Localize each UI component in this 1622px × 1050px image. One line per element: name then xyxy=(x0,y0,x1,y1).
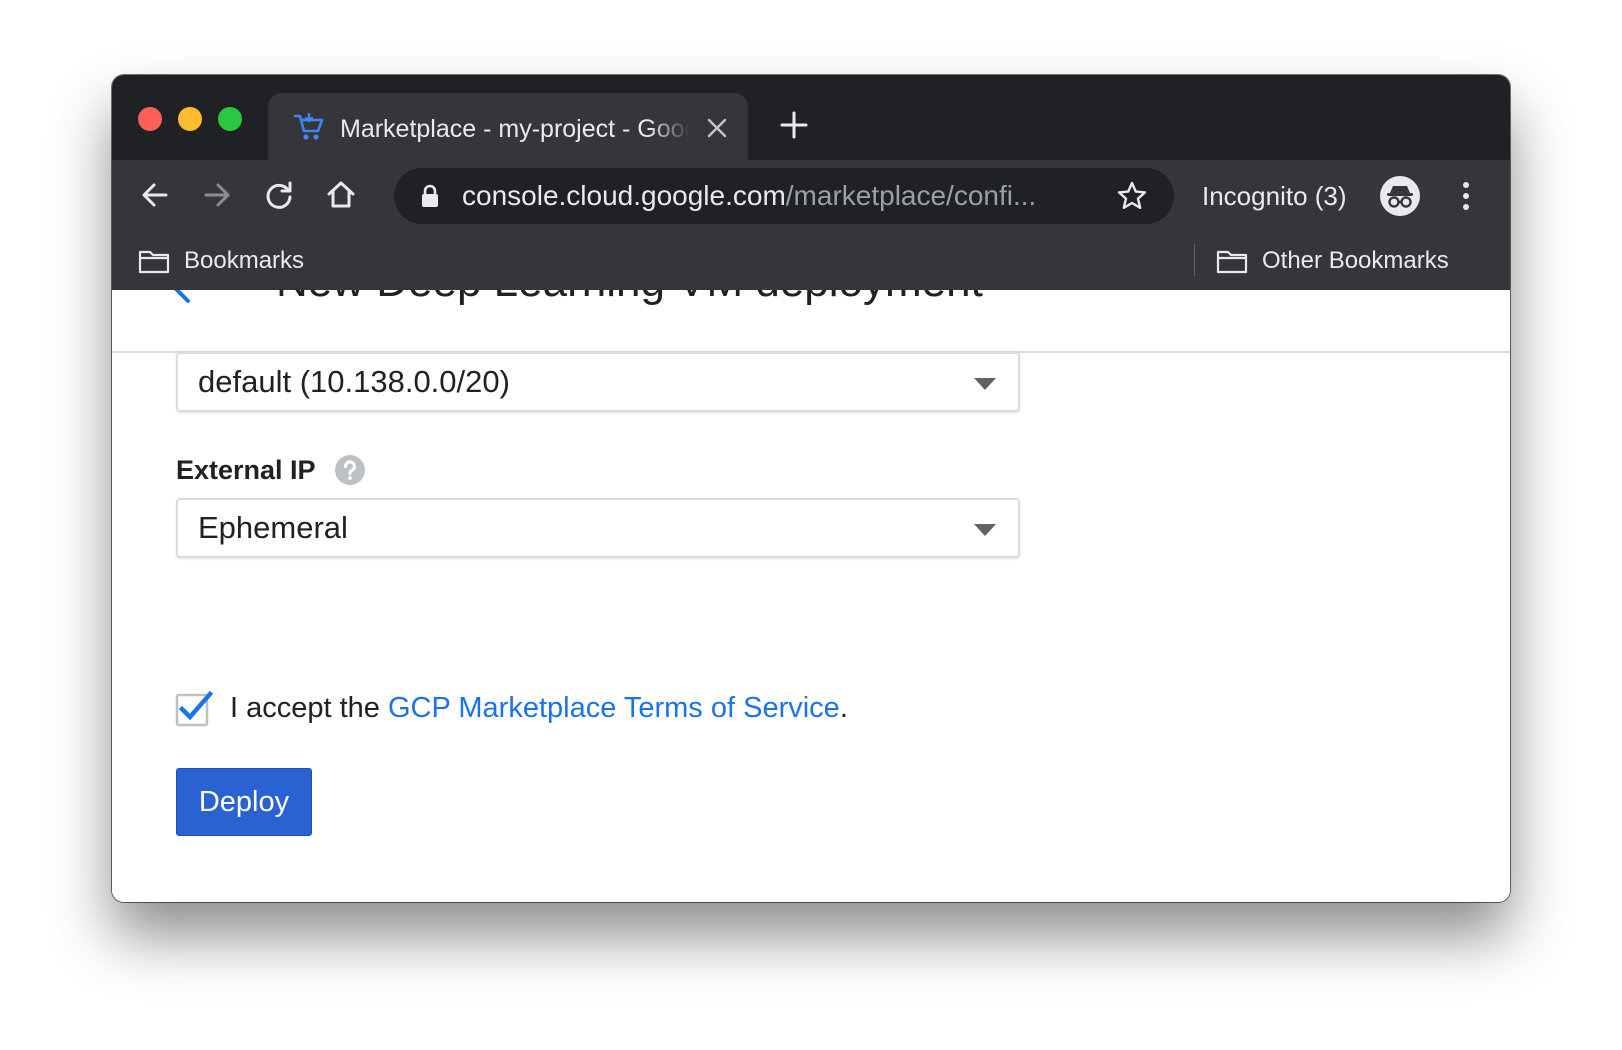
page-header: New Deep Learning VM deployment xyxy=(112,290,1510,353)
other-bookmarks-folder[interactable]: Other Bookmarks xyxy=(1262,232,1449,290)
terms-text: I accept the GCP Marketplace Terms of Se… xyxy=(230,688,848,728)
subnetwork-select[interactable]: default (10.138.0.0/20) xyxy=(176,352,1020,412)
folder-icon xyxy=(138,250,170,274)
terms-prefix: I accept the xyxy=(230,692,388,724)
more-menu-icon[interactable] xyxy=(1454,178,1478,214)
tab-marketplace[interactable]: Marketplace - my-project - Google Cloud … xyxy=(268,93,748,160)
folder-icon xyxy=(1216,250,1248,274)
maximize-window-button[interactable] xyxy=(218,107,242,131)
address-bar[interactable]: console.cloud.google.com/marketplace/con… xyxy=(394,168,1174,224)
back-icon[interactable] xyxy=(138,178,172,212)
close-tab-icon[interactable] xyxy=(706,117,728,139)
external-ip-select[interactable]: Ephemeral xyxy=(176,498,1020,558)
help-icon[interactable] xyxy=(334,454,366,486)
dropdown-arrow-icon xyxy=(974,524,996,536)
external-ip-value: Ephemeral xyxy=(198,510,348,545)
home-icon[interactable] xyxy=(324,178,358,212)
reload-icon[interactable] xyxy=(262,178,296,212)
terms-checkbox[interactable] xyxy=(174,690,214,730)
lock-icon xyxy=(422,184,438,207)
new-tab-icon[interactable] xyxy=(780,111,808,139)
browser-toolbar: console.cloud.google.com/marketplace/con… xyxy=(112,160,1510,232)
terms-of-service-link[interactable]: GCP Marketplace Terms of Service xyxy=(388,692,840,724)
dropdown-arrow-icon xyxy=(974,378,996,390)
url-host: console.cloud.google.com xyxy=(462,180,786,211)
close-window-button[interactable] xyxy=(138,107,162,131)
bookmarks-divider xyxy=(1194,244,1195,276)
page-content: New Deep Learning VM deployment default … xyxy=(112,290,1510,902)
tab-strip: Marketplace - my-project - Google Cloud … xyxy=(112,75,1510,160)
forward-icon[interactable] xyxy=(200,178,234,212)
incognito-icon[interactable] xyxy=(1380,176,1420,216)
back-arrow-icon[interactable] xyxy=(162,290,214,312)
url-path: /marketplace/confi... xyxy=(785,180,1037,211)
minimize-window-button[interactable] xyxy=(178,107,202,131)
browser-window: Marketplace - my-project - Google Cloud … xyxy=(112,75,1510,902)
bookmarks-bar: Bookmarks Other Bookmarks xyxy=(112,232,1510,290)
incognito-label[interactable]: Incognito (3) xyxy=(1202,160,1347,232)
tab-title: Marketplace - my-project - Google Cloud … xyxy=(340,115,690,143)
page-title: New Deep Learning VM deployment xyxy=(276,290,983,312)
bookmark-star-icon[interactable] xyxy=(1116,180,1148,212)
terms-suffix: . xyxy=(839,692,848,724)
subnetwork-value: default (10.138.0.0/20) xyxy=(198,364,510,399)
external-ip-label: External IP xyxy=(176,455,316,485)
cart-icon xyxy=(293,112,324,140)
deploy-button[interactable]: Deploy xyxy=(176,768,312,836)
bookmarks-folder[interactable]: Bookmarks xyxy=(184,232,304,290)
url-text: console.cloud.google.com/marketplace/con… xyxy=(462,168,1036,224)
